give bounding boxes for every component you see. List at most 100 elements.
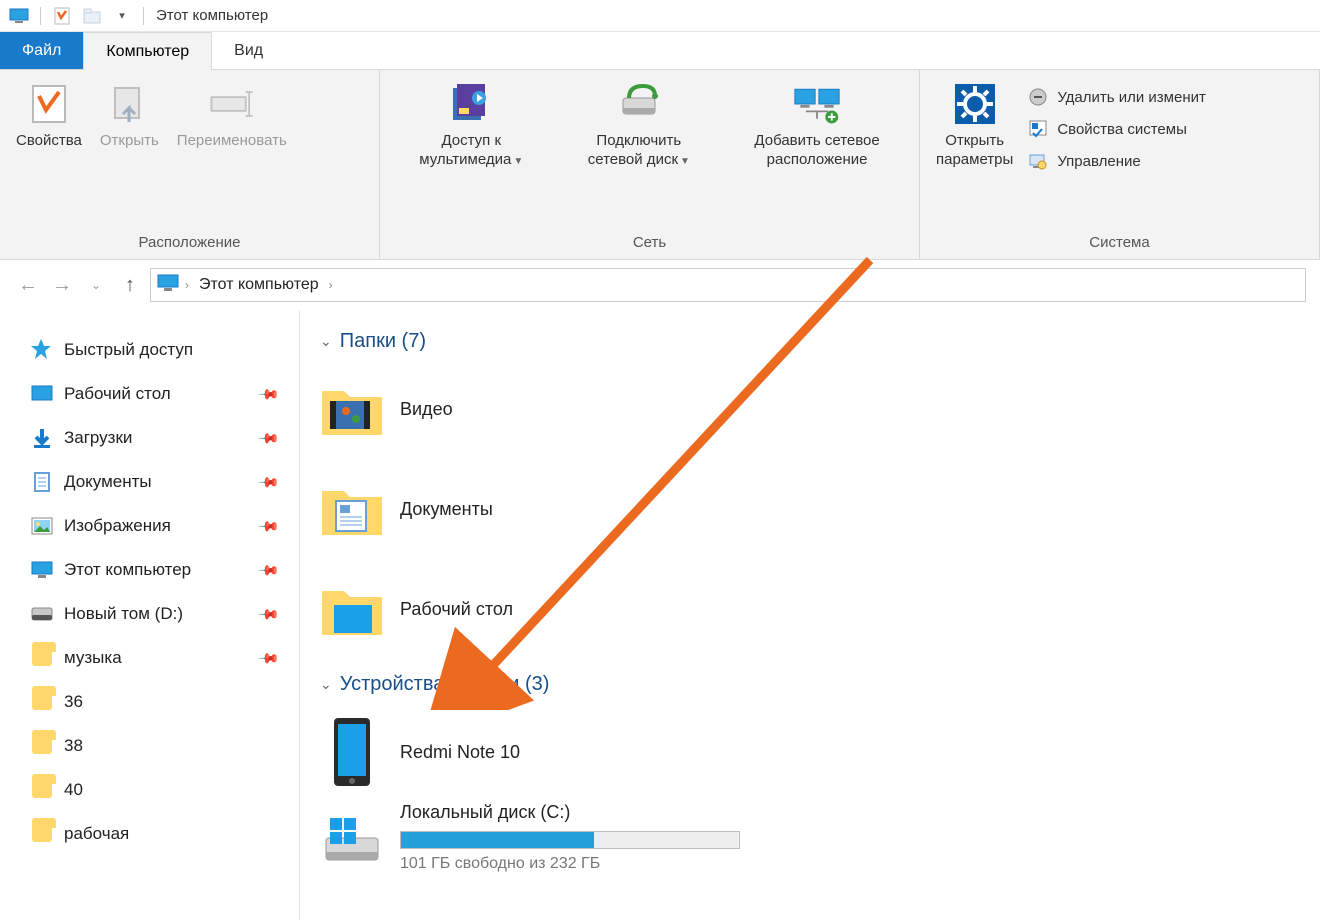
pin-icon: 📌 [256,514,280,538]
crumb-sep: › [185,278,189,292]
forward-button[interactable]: → [48,271,76,299]
map-drive-icon [615,80,663,128]
folder-icon [30,734,54,758]
desktop-icon [30,382,54,406]
folder-label: Документы [400,499,493,520]
folder-icon [30,822,54,846]
manage-label: Управление [1057,153,1140,170]
content-pane: ⌄ Папки (7) Видео Документы Рабочий с [300,310,1320,920]
sidebar-item-desktop[interactable]: Рабочий стол 📌 [30,372,291,416]
open-button[interactable]: Открыть [94,76,165,155]
rename-icon [208,80,256,128]
sidebar-item-music[interactable]: музыка 📌 [30,636,291,680]
folder-icon [30,778,54,802]
system-properties-icon [1027,118,1049,140]
open-label: Открыть [100,132,159,151]
system-properties-label: Свойства системы [1057,121,1187,138]
sidebar-item-36[interactable]: 36 [30,680,291,724]
folder-desktop[interactable]: Рабочий стол [320,559,780,659]
folder-documents[interactable]: Документы [320,459,780,559]
qat-newfolder-icon[interactable] [81,5,103,27]
manage-icon [1027,150,1049,172]
pin-icon: 📌 [256,470,280,494]
crumb-sep[interactable]: › [329,278,333,292]
quick-access-header[interactable]: Быстрый доступ [30,328,291,372]
sidebar-item-documents[interactable]: Документы 📌 [30,460,291,504]
sidebar-item-label: Изображения [64,516,171,536]
documents-folder-icon [320,477,384,541]
media-access-button[interactable]: Доступ к мультимедиа▼ [413,76,529,174]
properties-label: Свойства [16,132,82,151]
sidebar-item-pictures[interactable]: Изображения 📌 [30,504,291,548]
rename-label: Переименовать [177,132,287,151]
ribbon-tabs: Файл Компьютер Вид [0,32,1320,70]
sidebar-item-label: Загрузки [64,428,132,448]
open-settings-button[interactable]: Открыть параметры [930,76,1019,174]
system-properties-button[interactable]: Свойства системы [1025,114,1208,144]
sidebar-item-38[interactable]: 38 [30,724,291,768]
desktop-folder-icon [320,577,384,641]
tab-computer[interactable]: Компьютер [83,32,212,70]
back-button[interactable]: ← [14,271,42,299]
map-drive-label: Подключить сетевой диск▼ [588,132,690,170]
sidebar-item-label: музыка [64,648,122,668]
add-location-icon [793,80,841,128]
qat-properties-icon[interactable] [51,5,73,27]
sidebar-item-label: Новый том (D:) [64,604,183,624]
drive-c-icon [320,808,384,872]
uninstall-label: Удалить или изменит [1057,89,1206,106]
sidebar-item-rabochaya[interactable]: рабочая [30,812,291,856]
address-bar-row: ← → ⌄ ↑ › Этот компьютер › [0,260,1320,310]
sidebar-item-thispc[interactable]: Этот компьютер 📌 [30,548,291,592]
ribbon: Свойства Открыть Переименовать Расположе… [0,70,1320,260]
group-system-label: Система [930,230,1309,257]
pin-icon: 📌 [256,426,280,450]
folder-videos[interactable]: Видео [320,359,780,459]
group-location-label: Расположение [10,230,369,257]
qat-thispc-icon[interactable] [8,5,30,27]
tab-view[interactable]: Вид [212,32,285,69]
add-location-label: Добавить сетевое расположение [754,132,879,170]
settings-icon [951,80,999,128]
group-network-label: Сеть [390,230,909,257]
folders-section-header[interactable]: ⌄ Папки (7) [320,330,1310,353]
address-bar[interactable]: › Этот компьютер › [150,268,1306,302]
chevron-down-icon: ⌄ [320,333,332,350]
devices-section-header[interactable]: ⌄ Устройства и диски (3) [320,673,1310,696]
sidebar-item-drive-d[interactable]: Новый том (D:) 📌 [30,592,291,636]
breadcrumb-root[interactable]: Этот компьютер [195,276,323,294]
tab-file[interactable]: Файл [0,32,83,69]
thispc-icon [157,274,179,297]
uninstall-icon [1027,86,1049,108]
device-phone[interactable]: Redmi Note 10 [320,702,780,802]
device-cdrive[interactable]: Локальный диск (C:) 101 ГБ свободно из 2… [320,802,780,902]
quick-access-label: Быстрый доступ [64,340,193,360]
uninstall-button[interactable]: Удалить или изменит [1025,82,1208,112]
videos-folder-icon [320,377,384,441]
up-button[interactable]: ↑ [116,271,144,299]
manage-button[interactable]: Управление [1025,146,1208,176]
thispc-icon [30,558,54,582]
open-icon [105,80,153,128]
chevron-down-icon: ▼ [680,156,690,167]
folder-icon [30,690,54,714]
rename-button[interactable]: Переименовать [171,76,293,155]
sidebar-item-label: 36 [64,692,83,712]
sidebar-item-label: 38 [64,736,83,756]
map-drive-button[interactable]: Подключить сетевой диск▼ [582,76,696,174]
pin-icon: 📌 [256,382,280,406]
add-location-button[interactable]: Добавить сетевое расположение [748,76,885,174]
nav-pane: Быстрый доступ Рабочий стол 📌 Загрузки 📌… [0,310,300,920]
pin-icon: 📌 [256,558,280,582]
pin-icon: 📌 [256,646,280,670]
title-bar: ▾ Этот компьютер [0,0,1320,32]
sidebar-item-40[interactable]: 40 [30,768,291,812]
properties-button[interactable]: Свойства [10,76,88,155]
qat-customize-icon[interactable]: ▾ [111,5,133,27]
recent-dropdown[interactable]: ⌄ [82,271,110,299]
properties-icon [25,80,73,128]
drive-usage-bar [400,831,740,849]
sidebar-item-downloads[interactable]: Загрузки 📌 [30,416,291,460]
phone-icon [320,720,384,784]
chevron-down-icon: ⌄ [320,676,332,693]
